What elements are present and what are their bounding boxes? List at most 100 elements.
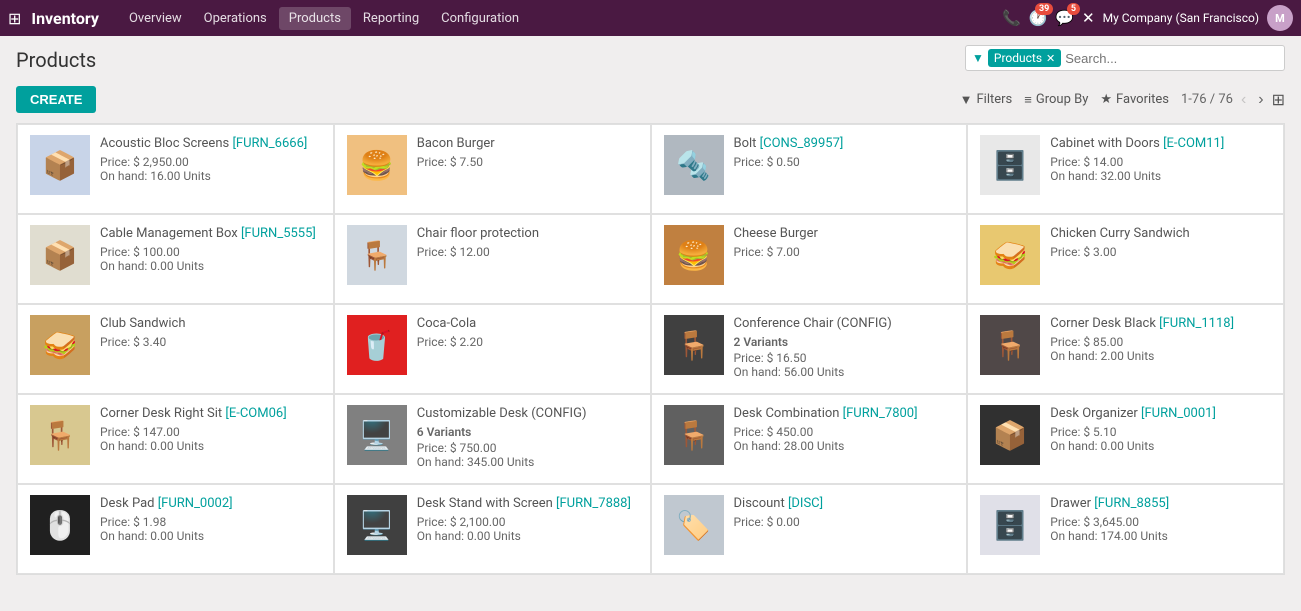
- product-name: Conference Chair (CONFIG): [734, 315, 955, 333]
- group-by-button[interactable]: ≡ Group By: [1024, 92, 1088, 108]
- product-name: Desk Stand with Screen [FURN_7888]: [417, 495, 638, 513]
- product-info: Cable Management Box [FURN_5555] Price: …: [100, 225, 321, 273]
- product-card[interactable]: 📦 Cable Management Box [FURN_5555] Price…: [17, 214, 334, 304]
- product-card[interactable]: 🖱️ Desk Pad [FURN_0002] Price: $ 1.98 On…: [17, 484, 334, 574]
- product-card[interactable]: 🖥️ Desk Stand with Screen [FURN_7888] Pr…: [334, 484, 651, 574]
- product-card[interactable]: 🥪 Club Sandwich Price: $ 3.40: [17, 304, 334, 394]
- product-info: Desk Combination [FURN_7800] Price: $ 45…: [734, 405, 955, 453]
- product-thumbnail: 📦: [980, 405, 1040, 465]
- product-card[interactable]: 📦 Desk Organizer [FURN_0001] Price: $ 5.…: [967, 394, 1284, 484]
- product-name: Cheese Burger: [734, 225, 955, 243]
- product-card[interactable]: 🗄️ Drawer [FURN_8855] Price: $ 3,645.00 …: [967, 484, 1284, 574]
- product-name: Coca-Cola: [417, 315, 638, 333]
- next-page-button[interactable]: ›: [1254, 89, 1267, 111]
- settings-icon[interactable]: ✕: [1082, 9, 1095, 27]
- product-name: Bacon Burger: [417, 135, 638, 153]
- product-card[interactable]: 🪑 Chair floor protection Price: $ 12.00: [334, 214, 651, 304]
- search-tag-label: Products: [994, 51, 1042, 65]
- pagination-text: 1-76 / 76: [1181, 92, 1233, 107]
- nav-reporting[interactable]: Reporting: [353, 7, 429, 30]
- product-price: Price: $ 2,950.00: [100, 155, 321, 169]
- product-info: Conference Chair (CONFIG) 2 Variants Pri…: [734, 315, 955, 379]
- product-price: Price: $ 2.20: [417, 335, 638, 349]
- product-name: Discount [DISC]: [734, 495, 955, 513]
- product-thumbnail: 🥤: [347, 315, 407, 375]
- product-info: Bolt [CONS_89957] Price: $ 0.50: [734, 135, 955, 169]
- product-name: Corner Desk Right Sit [E-COM06]: [100, 405, 321, 423]
- product-card[interactable]: 🪑 Corner Desk Right Sit [E-COM06] Price:…: [17, 394, 334, 484]
- product-info: Club Sandwich Price: $ 3.40: [100, 315, 321, 349]
- nav-operations[interactable]: Operations: [194, 7, 277, 30]
- filters-button[interactable]: ▼ Filters: [960, 92, 1013, 108]
- product-card[interactable]: 🪑 Corner Desk Black [FURN_1118] Price: $…: [967, 304, 1284, 394]
- favorites-button[interactable]: ★ Favorites: [1100, 92, 1169, 107]
- product-card[interactable]: 🥪 Chicken Curry Sandwich Price: $ 3.00: [967, 214, 1284, 304]
- product-name: Desk Pad [FURN_0002]: [100, 495, 321, 513]
- search-bar: ▼ Products ✕: [965, 45, 1285, 71]
- product-price: Price: $ 3.40: [100, 335, 321, 349]
- nav-configuration[interactable]: Configuration: [431, 7, 529, 30]
- product-name: Club Sandwich: [100, 315, 321, 333]
- product-price: Price: $ 750.00: [417, 441, 638, 455]
- clock-icon[interactable]: 🕐 39: [1029, 9, 1048, 27]
- apps-icon[interactable]: ⊞: [8, 9, 21, 28]
- product-card[interactable]: 🪑 Conference Chair (CONFIG) 2 Variants P…: [651, 304, 968, 394]
- search-tag-remove[interactable]: ✕: [1046, 52, 1055, 65]
- product-card[interactable]: 📦 Acoustic Bloc Screens [FURN_6666] Pric…: [17, 124, 334, 214]
- product-name: Cabinet with Doors [E-COM11]: [1050, 135, 1271, 153]
- topbar-right: 📞 🕐 39 💬 5 ✕ My Company (San Francisco) …: [1002, 5, 1293, 31]
- top-nav: Overview Operations Products Reporting C…: [119, 7, 998, 30]
- chat-icon[interactable]: 💬 5: [1055, 9, 1074, 27]
- pagination: 1-76 / 76 ‹ › ⊞: [1181, 89, 1285, 111]
- phone-icon[interactable]: 📞: [1002, 9, 1021, 27]
- product-card[interactable]: 🍔 Bacon Burger Price: $ 7.50: [334, 124, 651, 214]
- product-thumbnail: 🏷️: [664, 495, 724, 555]
- product-price: Price: $ 2,100.00: [417, 515, 638, 529]
- avatar[interactable]: M: [1267, 5, 1293, 31]
- product-info: Drawer [FURN_8855] Price: $ 3,645.00 On …: [1050, 495, 1271, 543]
- groupby-icon: ≡: [1024, 92, 1032, 108]
- search-input[interactable]: [1065, 51, 1241, 66]
- nav-products[interactable]: Products: [279, 7, 351, 30]
- product-info: Desk Pad [FURN_0002] Price: $ 1.98 On ha…: [100, 495, 321, 543]
- product-thumbnail: 🥪: [980, 225, 1040, 285]
- product-price: Price: $ 100.00: [100, 245, 321, 259]
- product-card[interactable]: 🪑 Desk Combination [FURN_7800] Price: $ …: [651, 394, 968, 484]
- product-price: Price: $ 7.50: [417, 155, 638, 169]
- product-card[interactable]: 🖥️ Customizable Desk (CONFIG) 6 Variants…: [334, 394, 651, 484]
- product-thumbnail: 🖥️: [347, 405, 407, 465]
- product-card[interactable]: 🗄️ Cabinet with Doors [E-COM11] Price: $…: [967, 124, 1284, 214]
- product-card[interactable]: 🥤 Coca-Cola Price: $ 2.20: [334, 304, 651, 394]
- content-area: Products ▼ Products ✕ CREATE ▼ Filters ≡…: [0, 36, 1301, 591]
- product-info: Discount [DISC] Price: $ 0.00: [734, 495, 955, 529]
- product-info: Coca-Cola Price: $ 2.20: [417, 315, 638, 349]
- product-price: Price: $ 1.98: [100, 515, 321, 529]
- product-name: Drawer [FURN_8855]: [1050, 495, 1271, 513]
- product-price: Price: $ 12.00: [417, 245, 638, 259]
- product-info: Customizable Desk (CONFIG) 6 Variants Pr…: [417, 405, 638, 469]
- page-title: Products: [16, 36, 96, 80]
- brand-label: Inventory: [31, 9, 99, 28]
- product-info: Corner Desk Black [FURN_1118] Price: $ 8…: [1050, 315, 1271, 363]
- prev-page-button[interactable]: ‹: [1237, 89, 1250, 111]
- create-button[interactable]: CREATE: [16, 86, 96, 113]
- product-thumbnail: 🍔: [664, 225, 724, 285]
- product-price: Price: $ 7.00: [734, 245, 955, 259]
- grid-view-button[interactable]: ⊞: [1272, 90, 1285, 110]
- product-card[interactable]: 🔩 Bolt [CONS_89957] Price: $ 0.50: [651, 124, 968, 214]
- search-filter-icon: ▼: [972, 51, 984, 65]
- nav-overview[interactable]: Overview: [119, 7, 192, 30]
- product-thumbnail: 📦: [30, 135, 90, 195]
- product-card[interactable]: 🏷️ Discount [DISC] Price: $ 0.00: [651, 484, 968, 574]
- product-card[interactable]: 🍔 Cheese Burger Price: $ 7.00: [651, 214, 968, 304]
- clock-badge: 39: [1035, 3, 1053, 15]
- product-thumbnail: 🗄️: [980, 495, 1040, 555]
- topbar: ⊞ Inventory Overview Operations Products…: [0, 0, 1301, 36]
- product-thumbnail: 🪑: [347, 225, 407, 285]
- product-grid: 📦 Acoustic Bloc Screens [FURN_6666] Pric…: [16, 123, 1285, 575]
- product-name: Bolt [CONS_89957]: [734, 135, 955, 153]
- product-thumbnail: 🖥️: [347, 495, 407, 555]
- product-name: Corner Desk Black [FURN_1118]: [1050, 315, 1271, 333]
- product-info: Chair floor protection Price: $ 12.00: [417, 225, 638, 259]
- product-info: Bacon Burger Price: $ 7.50: [417, 135, 638, 169]
